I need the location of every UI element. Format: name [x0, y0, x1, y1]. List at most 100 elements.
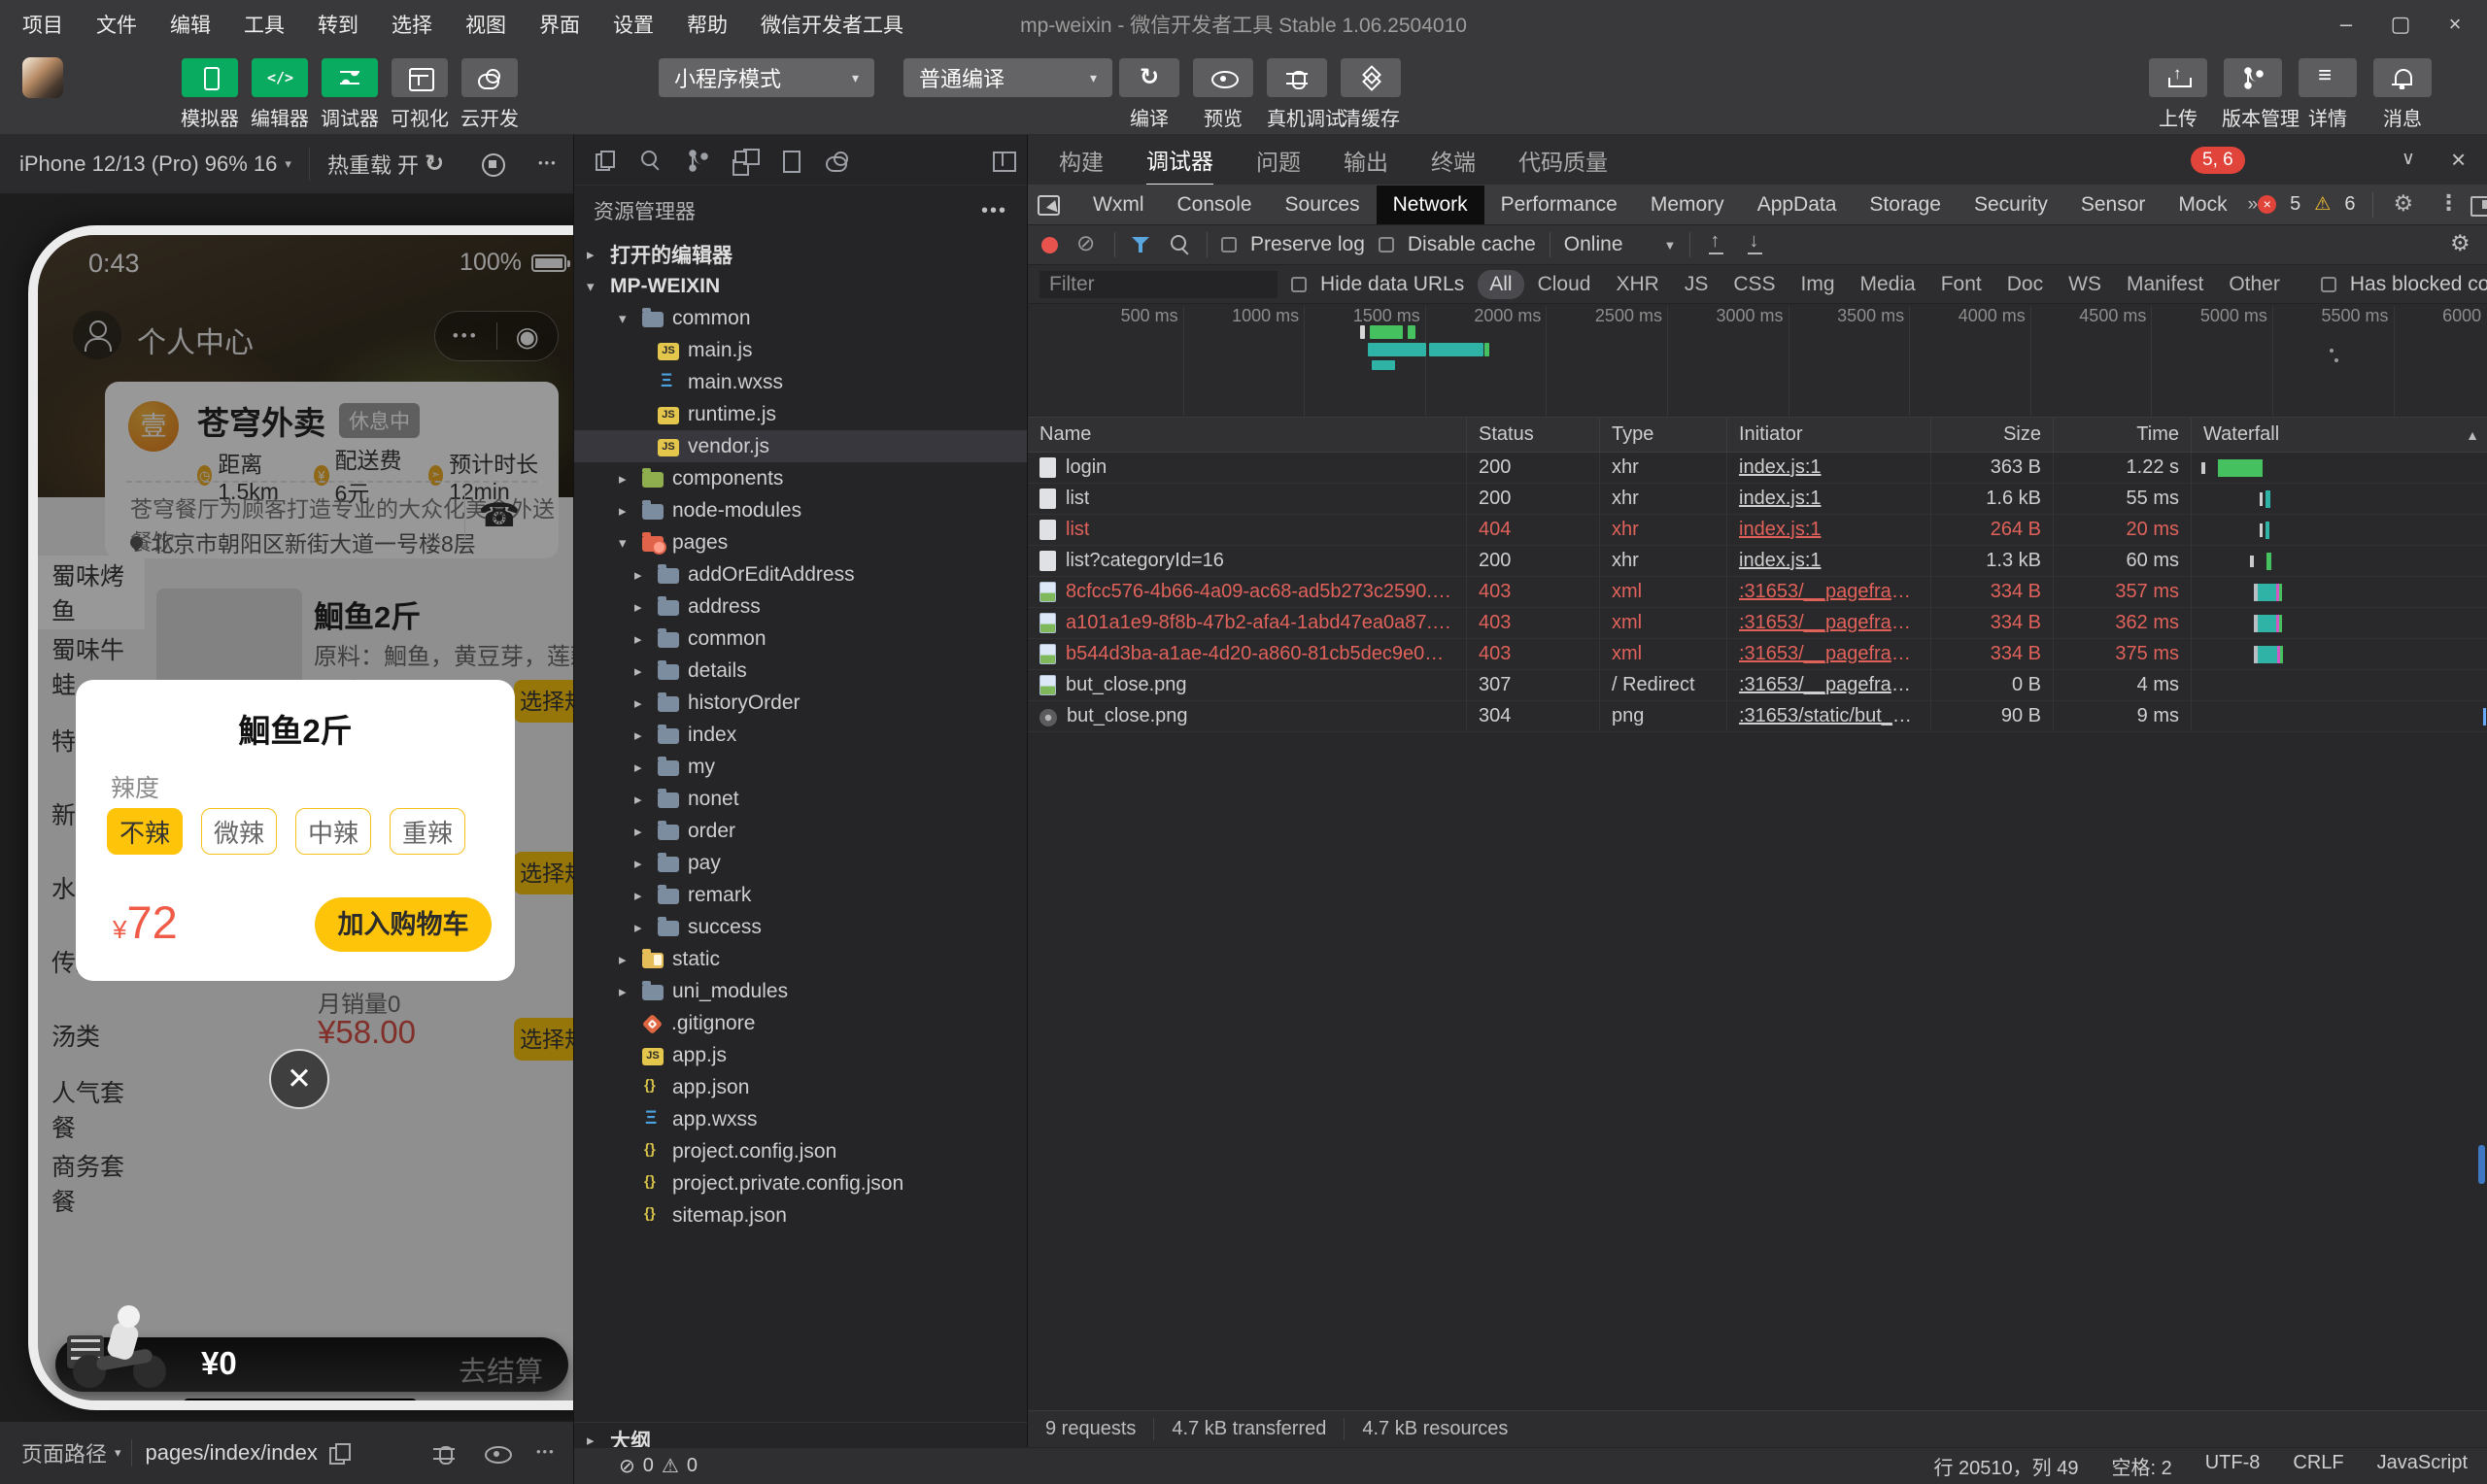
error-count-icon[interactable]: × [2258, 195, 2276, 214]
devtools-tab[interactable]: Console [1160, 186, 1268, 224]
hot-reload-toggle[interactable]: 热重载 开 [327, 149, 419, 180]
menu-item[interactable]: 项目 [22, 10, 63, 39]
checkout-button[interactable]: 去结算 [459, 1349, 543, 1390]
search-icon[interactable] [1168, 232, 1193, 257]
toolbar-button[interactable]: 编辑器 [249, 58, 311, 131]
tree-item[interactable]: node-modules [574, 494, 1027, 526]
tree-item[interactable]: addOrEditAddress [574, 558, 1027, 590]
panel-tab[interactable]: 终端 [1431, 136, 1476, 185]
record-button[interactable] [1041, 237, 1058, 253]
tree-item[interactable]: components [574, 462, 1027, 494]
resource-filter-pill[interactable]: Media [1849, 270, 1927, 299]
tree-item[interactable]: static [574, 943, 1027, 975]
spice-option[interactable]: 重辣 [390, 808, 465, 855]
preserve-log-checkbox[interactable] [1221, 237, 1237, 253]
devtools-tab[interactable]: Sources [1269, 186, 1377, 224]
menu-item[interactable]: 界面 [539, 10, 580, 39]
more-icon[interactable] [538, 152, 563, 177]
devtools-tab[interactable]: Security [1958, 186, 2064, 224]
toolbar-button[interactable]: 编译 [1119, 58, 1179, 131]
tree-item[interactable]: main.wxss [574, 366, 1027, 398]
filter-funnel-icon[interactable] [1129, 232, 1154, 257]
eol[interactable]: CRLF [2293, 1452, 2343, 1480]
network-request-row[interactable]: but_close.png 307 / Redirect :31653/__pa… [1028, 670, 2487, 701]
resource-filter-pill[interactable]: Doc [1995, 270, 2055, 299]
toolbar-button[interactable]: 调试器 [319, 58, 381, 131]
initiator-link[interactable]: index.js:1 [1739, 456, 1822, 479]
eye-icon[interactable] [484, 1440, 509, 1466]
panel-tab[interactable]: 调试器 [1146, 135, 1213, 186]
tree-item[interactable]: pay [574, 847, 1027, 879]
toolbar-button[interactable]: 模拟器 [179, 58, 241, 131]
filter-input[interactable] [1039, 271, 1278, 298]
column-header[interactable]: Initiator [1727, 418, 1931, 452]
close-button[interactable]: × [2440, 12, 2470, 37]
tree-item[interactable]: MP-WEIXIN [574, 270, 1027, 302]
stop-icon[interactable] [480, 152, 505, 177]
warning-count-icon[interactable]: ⚠ [2314, 193, 2331, 216]
disable-cache-checkbox[interactable] [1379, 237, 1394, 253]
network-request-row[interactable]: a101a1e9-8f8b-47b2-afa4-1abd47ea0a87.png… [1028, 608, 2487, 639]
cursor-position[interactable]: 行 20510，列 49 [1933, 1452, 2078, 1480]
export-har-icon[interactable] [1743, 232, 1768, 257]
cloud-icon[interactable] [825, 148, 850, 173]
menu-item[interactable]: 选择 [392, 10, 432, 39]
panel-tab[interactable]: 问题 [1256, 136, 1301, 185]
tree-item[interactable]: historyOrder [574, 687, 1027, 719]
initiator-link[interactable]: :31653/static/but_close... [1739, 705, 1919, 727]
dock-side-icon[interactable] [2469, 192, 2487, 218]
menu-item[interactable]: 微信开发者工具 [761, 10, 903, 39]
tree-item[interactable]: app.wxss [574, 1103, 1027, 1135]
tree-item[interactable]: details [574, 655, 1027, 687]
panel-tab[interactable]: 构建 [1059, 136, 1104, 185]
spice-option[interactable]: 不辣 [107, 808, 183, 855]
clear-icon[interactable] [1075, 232, 1101, 257]
problems-indicator[interactable]: ⊘0 ⚠0 [574, 1454, 698, 1478]
modal-close-button[interactable]: ✕ [269, 1049, 329, 1109]
tree-item[interactable]: sitemap.json [574, 1199, 1027, 1231]
language-mode[interactable]: JavaScript [2377, 1452, 2468, 1480]
resource-filter-pill[interactable]: XHR [1604, 270, 1670, 299]
resource-filter-pill[interactable]: Img [1789, 270, 1847, 299]
tree-item[interactable]: app.js [574, 1039, 1027, 1071]
scrollbar-marker[interactable] [2478, 1145, 2485, 1184]
tree-item[interactable]: runtime.js [574, 398, 1027, 430]
resource-filter-pill[interactable]: WS [2057, 270, 2113, 299]
toolbar-button[interactable]: 云开发 [459, 58, 521, 131]
tree-item[interactable]: 打开的编辑器 [574, 238, 1027, 270]
tree-item[interactable]: remark [574, 879, 1027, 911]
toolbar-button[interactable]: 清缓存 [1341, 58, 1401, 131]
indentation[interactable]: 空格: 2 [2111, 1452, 2171, 1480]
network-request-row[interactable]: login 200 xhr index.js:1 363 B 1.22 s [1028, 453, 2487, 484]
has-blocked-cookies-checkbox[interactable] [2321, 277, 2336, 292]
network-request-row[interactable]: list 200 xhr index.js:1 1.6 kB 55 ms [1028, 484, 2487, 515]
initiator-link[interactable]: :31653/__pageframe_/_p... [1739, 612, 1919, 634]
panel-tab[interactable]: 输出 [1344, 136, 1388, 185]
tree-item[interactable]: my [574, 751, 1027, 783]
initiator-link[interactable]: index.js:1 [1739, 488, 1822, 510]
tree-item[interactable]: project.config.json [574, 1135, 1027, 1167]
add-to-cart-button[interactable]: 加入购物车 [315, 897, 492, 952]
network-request-row[interactable]: 8cfcc576-4b66-4a09-ac68-ad5b273c2590.png… [1028, 577, 2487, 608]
menu-item[interactable]: 文件 [96, 10, 137, 39]
menu-item[interactable]: 编辑 [170, 10, 211, 39]
more-icon[interactable]: ••• [981, 200, 1007, 222]
devtools-tab[interactable]: Network [1377, 186, 1484, 224]
tree-item[interactable]: common [574, 302, 1027, 334]
search-icon[interactable] [638, 148, 664, 173]
settings-gear-icon[interactable] [2391, 192, 2416, 218]
network-request-row[interactable]: list?categoryId=16 200 xhr index.js:1 1.… [1028, 546, 2487, 577]
column-header[interactable]: Time [2054, 418, 2192, 452]
more-tabs-icon[interactable]: » [2248, 194, 2259, 216]
import-har-icon[interactable] [1704, 232, 1729, 257]
menu-item[interactable]: 设置 [613, 10, 654, 39]
close-panel-icon[interactable] [2446, 148, 2471, 173]
resource-filter-pill[interactable]: Manifest [2115, 270, 2215, 299]
devtools-tab[interactable]: Storage [1853, 186, 1958, 224]
mode-select[interactable]: 小程序模式▾ [659, 58, 874, 97]
resource-filter-pill[interactable]: All [1478, 270, 1523, 299]
refresh-icon[interactable] [422, 152, 447, 177]
tree-item[interactable]: order [574, 815, 1027, 847]
tree-item[interactable]: main.js [574, 334, 1027, 366]
toolbar-button[interactable]: 真机调试 [1267, 58, 1327, 131]
